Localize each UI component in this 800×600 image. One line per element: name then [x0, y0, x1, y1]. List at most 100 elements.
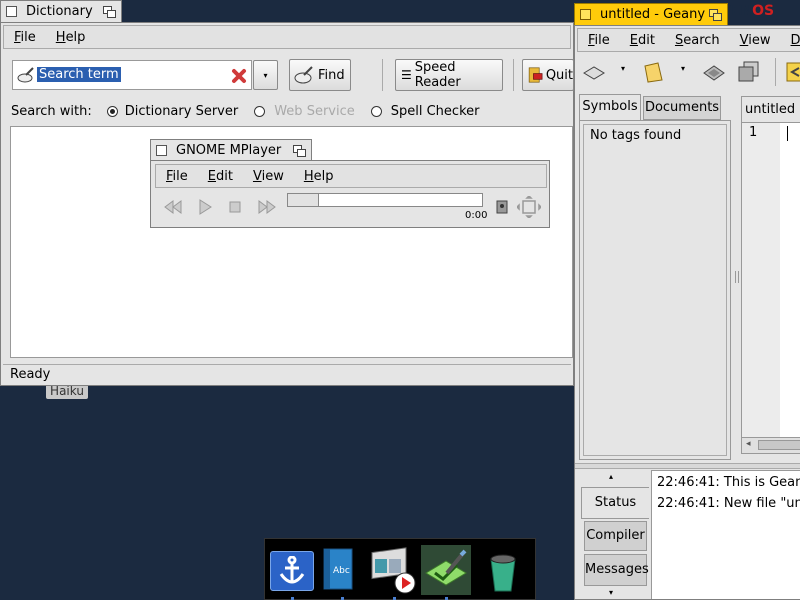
- close-box-icon[interactable]: [580, 9, 591, 20]
- menu-file[interactable]: File: [578, 33, 620, 48]
- scroll-up-icon[interactable]: ▴: [609, 472, 613, 481]
- symbols-panel[interactable]: No tags found: [579, 120, 731, 460]
- radio-web-service[interactable]: [254, 105, 266, 117]
- log-line: 22:46:41: New file "untitled": [657, 496, 800, 511]
- window-title: GNOME MPlayer: [176, 143, 282, 158]
- fullscreen-icon[interactable]: [517, 196, 541, 218]
- find-button-label: Find: [318, 67, 345, 83]
- tab-symbols[interactable]: Symbols: [579, 94, 641, 120]
- tab-untitled[interactable]: untitled ✖: [741, 96, 800, 122]
- radio-spell-checker-label[interactable]: Spell Checker: [391, 104, 480, 119]
- tab-compiler[interactable]: Compiler: [584, 521, 647, 551]
- zoom-icon[interactable]: [103, 5, 117, 18]
- rewind-icon[interactable]: [163, 200, 183, 214]
- open-folder-icon[interactable]: [639, 58, 669, 86]
- stop-icon[interactable]: [229, 201, 241, 213]
- quit-button[interactable]: Quit: [522, 59, 574, 91]
- history-dropdown-button[interactable]: ▾: [253, 60, 278, 90]
- doc-tab-label: untitled: [745, 102, 796, 117]
- search-icon: [294, 66, 313, 84]
- geany-toolbar: ▾ ▾: [577, 56, 800, 90]
- toolbar-separator: [513, 59, 514, 91]
- status-log[interactable]: 22:46:41: This is Geany 22:46:41: New fi…: [651, 470, 800, 599]
- scrollbar-thumb[interactable]: [758, 440, 800, 450]
- speed-reader-button[interactable]: ☰ Speed Reader: [395, 59, 503, 91]
- mplayer-controls: 0:00: [155, 188, 547, 224]
- desktop-brand-text: VENOS: [720, 3, 774, 19]
- line-number-gutter: [742, 123, 780, 453]
- tab-status[interactable]: Status: [581, 487, 649, 519]
- radio-dictionary-server[interactable]: [106, 105, 118, 117]
- menu-help[interactable]: Help: [294, 169, 344, 184]
- menu-view[interactable]: View: [730, 33, 781, 48]
- text-cursor: [787, 126, 788, 141]
- text-editor-icon[interactable]: [421, 545, 471, 595]
- pane-splitter-handle[interactable]: [735, 271, 739, 283]
- svg-text:Abc: Abc: [333, 566, 350, 576]
- mplayer-menubar: File Edit View Help: [155, 164, 547, 188]
- progress-handle[interactable]: [288, 194, 319, 206]
- dictionary-title-tab[interactable]: Dictionary: [0, 0, 122, 22]
- menu-edit[interactable]: Edit: [620, 33, 665, 48]
- save-all-icon[interactable]: [733, 58, 763, 86]
- geany-editor-pane: untitled ✖ 1 ◂: [741, 92, 800, 462]
- play-icon[interactable]: [197, 199, 213, 215]
- dictionary-menubar: File Help: [3, 25, 571, 49]
- menu-edit[interactable]: Edit: [198, 169, 243, 184]
- menu-view[interactable]: View: [243, 169, 294, 184]
- no-tags-text: No tags found: [590, 128, 682, 143]
- trash-icon[interactable]: [485, 549, 521, 593]
- radio-web-service-label[interactable]: Web Service: [274, 104, 355, 119]
- search-input[interactable]: Search term: [12, 60, 252, 90]
- geany-window: File Edit Search View Document ▾ ▾ Symbo…: [574, 25, 800, 600]
- dictionary-book-icon[interactable]: Abc: [321, 547, 357, 593]
- mplayer-title-tab[interactable]: GNOME MPlayer: [150, 139, 312, 161]
- menu-document[interactable]: Document: [781, 33, 800, 48]
- toolbar-separator: [775, 58, 776, 86]
- line-number: 1: [749, 125, 758, 140]
- tab-documents[interactable]: Documents: [643, 96, 721, 120]
- chevron-down-icon: ▾: [263, 70, 268, 80]
- menu-help[interactable]: Help: [46, 30, 96, 45]
- message-pane-divider[interactable]: [575, 463, 800, 469]
- geany-title-tab[interactable]: untitled - Geany: [574, 3, 728, 25]
- close-box-icon[interactable]: [6, 6, 17, 17]
- desktop-brand-suffix: OS: [752, 3, 775, 19]
- new-file-icon[interactable]: [579, 59, 609, 87]
- scroll-down-icon[interactable]: ▾: [609, 588, 613, 597]
- status-bar: Ready: [3, 364, 571, 384]
- editor-area[interactable]: 1 ◂: [741, 122, 800, 454]
- chevron-down-icon[interactable]: ▾: [621, 64, 625, 73]
- search-input-value: Search term: [37, 67, 121, 82]
- anchor-icon[interactable]: [270, 551, 314, 591]
- lines-icon: ☰: [401, 68, 412, 82]
- tab-messages[interactable]: Messages: [584, 554, 649, 586]
- fast-forward-icon[interactable]: [257, 200, 277, 214]
- search-with-label: Search with:: [11, 103, 92, 119]
- close-box-icon[interactable]: [156, 145, 167, 156]
- scroll-left-icon[interactable]: ◂: [746, 439, 751, 449]
- geany-menubar: File Edit Search View Document: [577, 28, 800, 52]
- clear-icon[interactable]: [231, 68, 247, 84]
- zoom-icon[interactable]: [709, 8, 723, 21]
- horizontal-scrollbar[interactable]: ◂: [742, 437, 800, 453]
- menu-file[interactable]: File: [156, 169, 198, 184]
- save-icon[interactable]: [699, 59, 729, 87]
- media-player-icon[interactable]: [369, 547, 419, 595]
- search-icon: [17, 67, 34, 83]
- menu-search[interactable]: Search: [665, 33, 730, 48]
- radio-dictionary-server-label[interactable]: Dictionary Server: [125, 104, 238, 119]
- quit-label: Quit: [545, 67, 573, 83]
- volume-icon[interactable]: [494, 198, 510, 216]
- menu-file[interactable]: File: [4, 30, 46, 45]
- radio-spell-checker[interactable]: [370, 105, 382, 117]
- search-with-row: Search with: Dictionary Server Web Servi…: [11, 103, 479, 119]
- mplayer-window: File Edit View Help 0:00: [150, 160, 550, 228]
- find-button[interactable]: Find: [289, 59, 351, 91]
- zoom-icon[interactable]: [293, 144, 307, 157]
- revert-icon[interactable]: [781, 58, 800, 86]
- dock: Abc: [264, 538, 536, 600]
- progress-bar[interactable]: [287, 193, 483, 207]
- symbols-list: No tags found: [583, 124, 727, 456]
- chevron-down-icon[interactable]: ▾: [681, 64, 685, 73]
